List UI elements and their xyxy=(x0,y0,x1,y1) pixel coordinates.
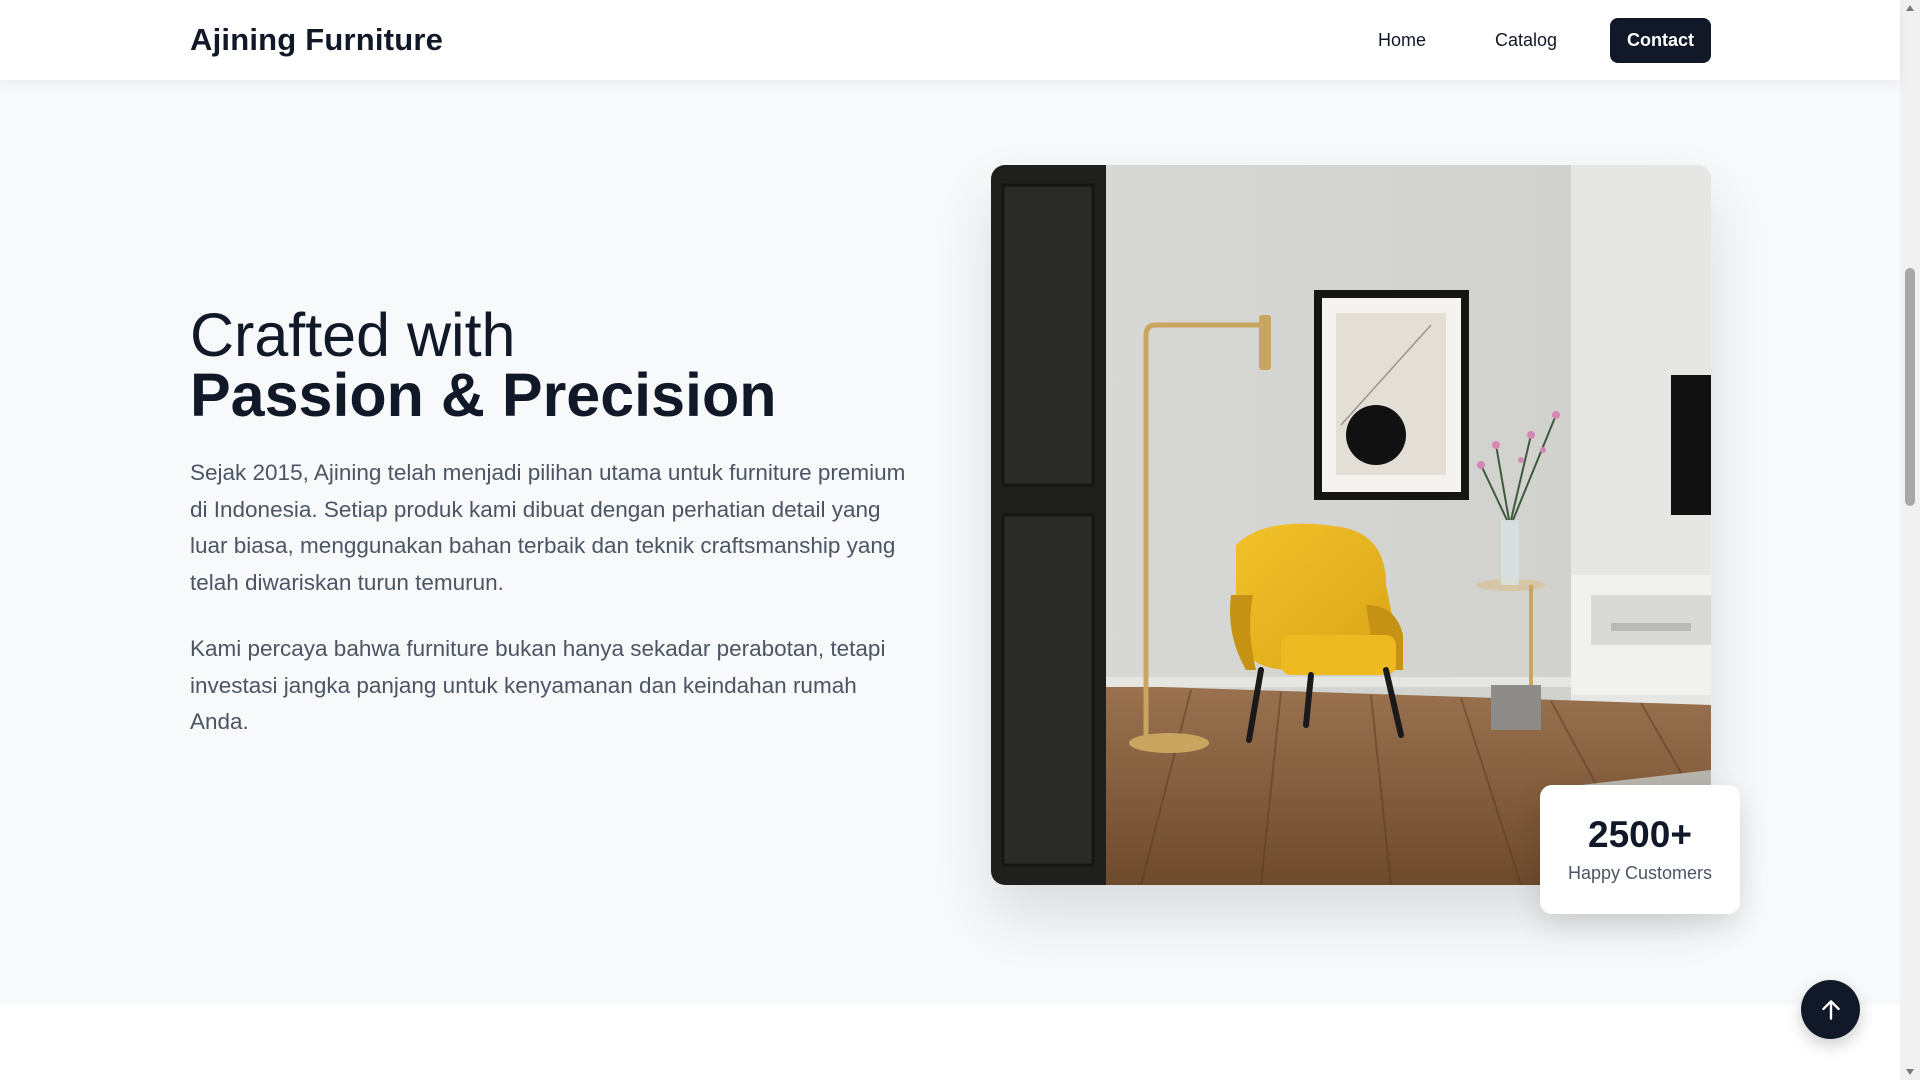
nav-contact-button[interactable]: Contact xyxy=(1610,18,1711,63)
back-to-top-button[interactable] xyxy=(1801,980,1860,1039)
scrollbar-thumb[interactable] xyxy=(1905,268,1915,506)
scroll-down-button[interactable] xyxy=(1900,1064,1920,1080)
page-scrollbar[interactable] xyxy=(1900,0,1920,1080)
brand-logo[interactable]: Ajining Furniture xyxy=(190,20,443,60)
stat-label: Happy Customers xyxy=(1567,863,1713,883)
customers-stat-card: 2500+ Happy Customers xyxy=(1540,785,1740,914)
interior-illustration xyxy=(991,165,1711,885)
triangle-down-icon xyxy=(1906,1069,1914,1075)
scroll-up-button[interactable] xyxy=(1900,0,1920,16)
nav-home-link[interactable]: Home xyxy=(1378,26,1426,54)
about-paragraph-1: Sejak 2015, Ajining telah menjadi piliha… xyxy=(190,460,906,595)
next-section xyxy=(0,1005,1900,1080)
stat-value: 2500+ xyxy=(1588,814,1692,855)
nav-catalog-link[interactable]: Catalog xyxy=(1495,26,1557,54)
interior-image xyxy=(991,165,1711,885)
arrow-up-icon xyxy=(1821,999,1840,1020)
hero-title-line2: Passion & Precision xyxy=(190,361,777,429)
triangle-up-icon xyxy=(1906,5,1914,11)
site-header: Ajining Furniture Home Catalog Contact xyxy=(0,0,1900,80)
about-paragraph-2: Kami percaya bahwa furniture bukan hanya… xyxy=(190,636,886,734)
